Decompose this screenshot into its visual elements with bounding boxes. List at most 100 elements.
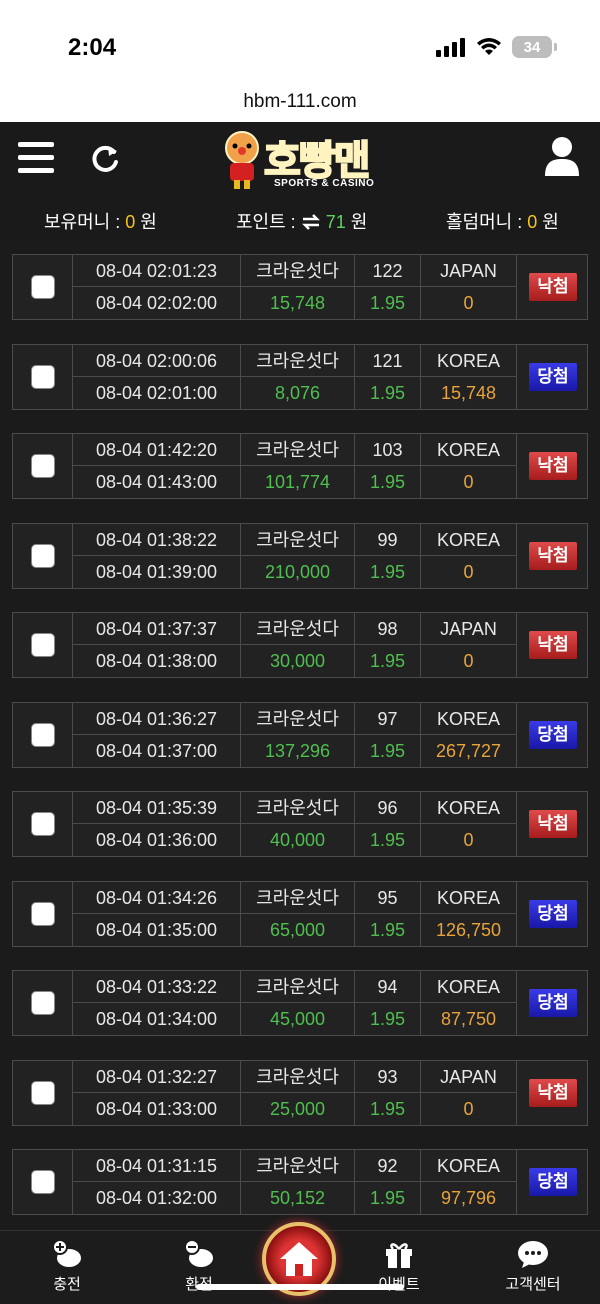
row-checkbox[interactable] bbox=[31, 1170, 55, 1194]
result-cell: 당첨 bbox=[517, 1150, 589, 1214]
bet-row: 08-04 02:01:23 크라운섯다 122 JAPAN 08-04 02:02:0… bbox=[12, 254, 588, 320]
bet-row: 08-04 01:42:20 크라운섯다 103 KOREA 08-04 01:43:0… bbox=[12, 433, 588, 499]
bet-pick: JAPAN bbox=[421, 613, 517, 645]
holdem-value: 0 bbox=[527, 212, 538, 232]
bet-pick: KOREA bbox=[421, 702, 517, 735]
bet-pick: KOREA bbox=[421, 792, 517, 824]
nav-support[interactable]: 고객센터 bbox=[488, 1239, 578, 1294]
nav-charge[interactable]: 충전 bbox=[22, 1239, 112, 1294]
result-cell: 낙첨 bbox=[517, 255, 589, 319]
game-name: 크라운섯다 bbox=[241, 881, 355, 914]
result-badge: 당첨 bbox=[529, 899, 577, 928]
bet-time: 08-04 01:38:22 bbox=[73, 523, 241, 556]
holding-money: 보유머니 : 0 원 bbox=[44, 208, 157, 234]
row-checkbox[interactable] bbox=[31, 812, 55, 836]
bet-row: 08-04 01:35:39 크라운섯다 96 KOREA 08-04 01:36:00… bbox=[12, 791, 588, 857]
holding-unit: 원 bbox=[135, 212, 157, 232]
balance-bar: 보유머니 : 0 원 포인트 : 71 원 홀덤머니 : 0 원 bbox=[0, 198, 600, 242]
home-icon bbox=[280, 1242, 318, 1276]
bet-row: 08-04 01:31:15 크라운섯다 92 KOREA 08-04 01:32:00… bbox=[12, 1149, 588, 1215]
result-badge: 당첨 bbox=[529, 1168, 577, 1196]
bet-time: 08-04 01:34:26 bbox=[73, 881, 241, 914]
game-time: 08-04 01:35:00 bbox=[73, 913, 241, 946]
payout-amount: 87,750 bbox=[421, 1003, 517, 1035]
user-icon[interactable] bbox=[544, 136, 580, 176]
bet-pick: JAPAN bbox=[421, 255, 517, 287]
url-bar[interactable]: hbm-111.com bbox=[0, 86, 600, 122]
round-number: 97 bbox=[355, 702, 421, 735]
bet-pick: KOREA bbox=[421, 881, 517, 914]
payout-amount: 0 bbox=[421, 287, 517, 319]
bet-pick: KOREA bbox=[421, 971, 517, 1003]
refresh-icon[interactable] bbox=[88, 142, 122, 176]
round-number: 98 bbox=[355, 613, 421, 645]
bet-odds: 1.95 bbox=[355, 913, 421, 946]
bet-pick: KOREA bbox=[421, 434, 517, 466]
result-badge: 낙첨 bbox=[529, 631, 577, 659]
bet-amount: 40,000 bbox=[241, 824, 355, 856]
game-name: 크라운섯다 bbox=[241, 434, 355, 466]
game-name: 크라운섯다 bbox=[241, 255, 355, 287]
bet-time: 08-04 01:42:20 bbox=[73, 434, 241, 466]
point-money[interactable]: 포인트 : 71 원 bbox=[236, 208, 367, 234]
bet-odds: 1.95 bbox=[355, 824, 421, 856]
bet-history-list[interactable]: 08-04 02:01:23 크라운섯다 122 JAPAN 08-04 02:02:0… bbox=[0, 242, 600, 1230]
checkbox-cell bbox=[13, 434, 73, 498]
result-badge: 낙첨 bbox=[529, 810, 577, 838]
row-checkbox[interactable] bbox=[31, 543, 55, 568]
result-cell: 낙첨 bbox=[517, 1061, 589, 1125]
bet-amount: 8,076 bbox=[241, 376, 355, 409]
exchange-icon bbox=[184, 1239, 213, 1267]
bet-row: 08-04 01:34:26 크라운섯다 95 KOREA 08-04 01:35:00… bbox=[12, 880, 588, 947]
row-checkbox[interactable] bbox=[31, 364, 55, 389]
result-cell: 당첨 bbox=[517, 345, 589, 409]
status-bar: 2:04 34 bbox=[0, 0, 600, 86]
game-time: 08-04 01:43:00 bbox=[73, 466, 241, 498]
row-checkbox[interactable] bbox=[31, 722, 55, 747]
battery-level: 34 bbox=[523, 38, 541, 56]
row-checkbox[interactable] bbox=[31, 275, 55, 299]
bet-pick: KOREA bbox=[421, 344, 517, 377]
game-name: 크라운섯다 bbox=[241, 1060, 355, 1093]
checkbox-cell bbox=[13, 613, 73, 677]
result-cell: 낙첨 bbox=[517, 792, 589, 856]
game-name: 크라운섯다 bbox=[241, 613, 355, 645]
payout-amount: 267,727 bbox=[421, 734, 517, 767]
bet-amount: 210,000 bbox=[241, 555, 355, 588]
checkbox-cell bbox=[13, 255, 73, 319]
bet-time: 08-04 01:31:15 bbox=[73, 1150, 241, 1182]
game-name: 크라운섯다 bbox=[241, 523, 355, 556]
round-number: 121 bbox=[355, 344, 421, 377]
bet-time: 08-04 01:32:27 bbox=[73, 1060, 241, 1093]
row-checkbox[interactable] bbox=[31, 901, 55, 926]
swap-icon[interactable] bbox=[301, 214, 321, 230]
bet-odds: 1.95 bbox=[355, 1092, 421, 1125]
result-cell: 낙첨 bbox=[517, 613, 589, 677]
menu-icon[interactable] bbox=[18, 142, 54, 176]
bet-odds: 1.95 bbox=[355, 287, 421, 319]
game-name: 크라운섯다 bbox=[241, 792, 355, 824]
bet-amount: 65,000 bbox=[241, 913, 355, 946]
bet-odds: 1.95 bbox=[355, 466, 421, 498]
bet-pick: JAPAN bbox=[421, 1060, 517, 1093]
site-header: 호빵맨 SPORTS & CASINO bbox=[0, 122, 600, 198]
round-number: 103 bbox=[355, 434, 421, 466]
result-badge: 낙첨 bbox=[529, 541, 577, 570]
battery-icon: 34 bbox=[512, 36, 557, 58]
row-checkbox[interactable] bbox=[31, 1080, 55, 1105]
row-checkbox[interactable] bbox=[31, 633, 55, 657]
site-logo[interactable]: 호빵맨 SPORTS & CASINO bbox=[216, 126, 396, 194]
row-checkbox[interactable] bbox=[31, 991, 55, 1015]
round-number: 99 bbox=[355, 523, 421, 556]
game-name: 크라운섯다 bbox=[241, 344, 355, 377]
result-cell: 낙첨 bbox=[517, 434, 589, 498]
holding-value: 0 bbox=[125, 212, 136, 232]
row-checkbox[interactable] bbox=[31, 454, 55, 478]
result-badge: 당첨 bbox=[529, 989, 577, 1017]
home-indicator bbox=[196, 1284, 404, 1290]
nav-support-label: 고객센터 bbox=[505, 1276, 561, 1293]
result-badge: 당첨 bbox=[529, 362, 577, 391]
bet-time: 08-04 01:36:27 bbox=[73, 702, 241, 735]
payout-amount: 126,750 bbox=[421, 913, 517, 946]
bet-amount: 101,774 bbox=[241, 466, 355, 498]
